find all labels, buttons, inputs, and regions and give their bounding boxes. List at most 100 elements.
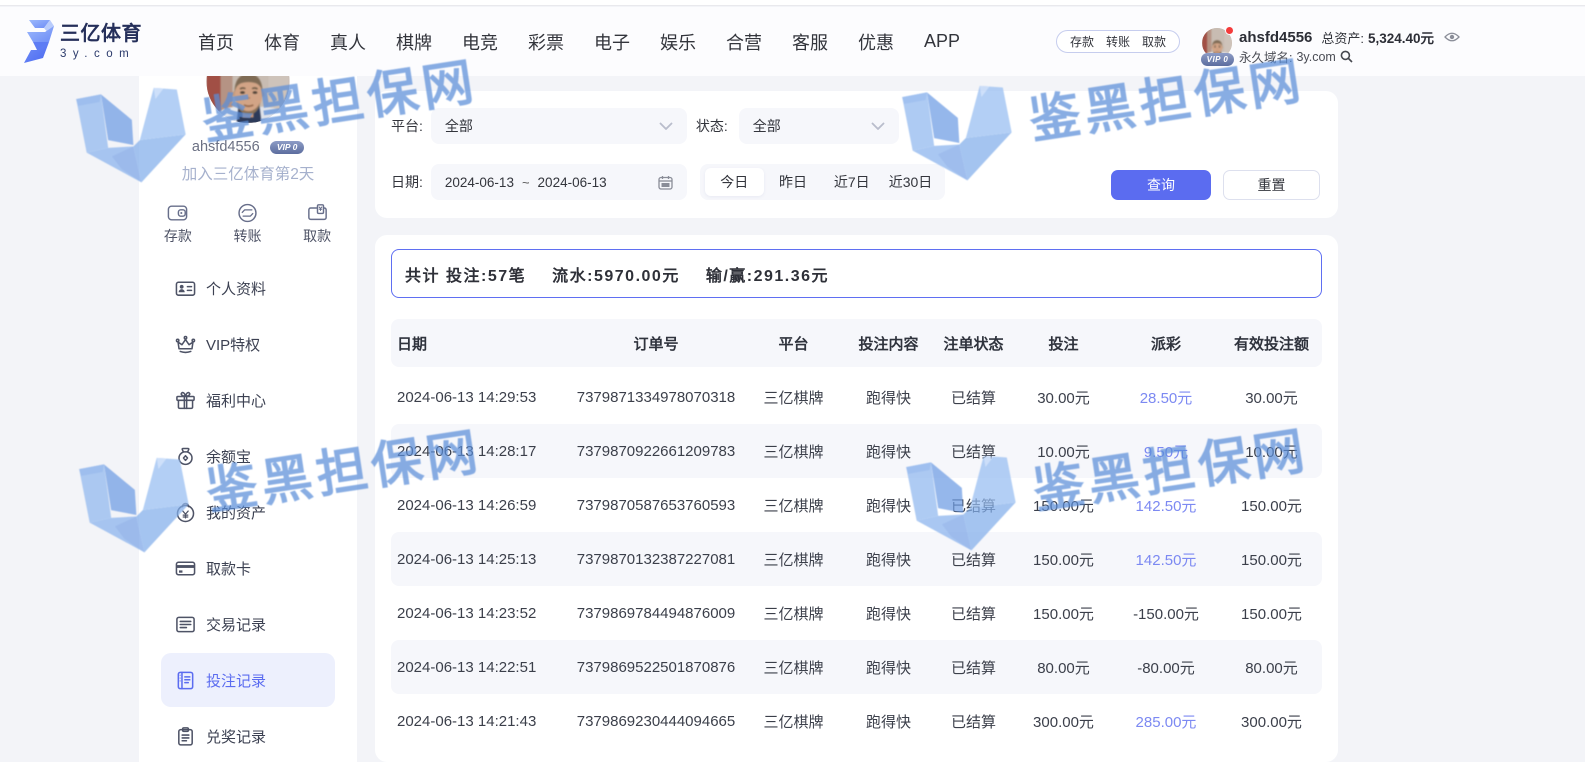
table-row-1: 2024-06-13 14:29:537379871334978070318三亿… (391, 370, 1322, 424)
cell-bet: 150.00元 (1016, 603, 1111, 624)
redeem-record-icon (175, 726, 196, 747)
domain-label: 永久域名: (1239, 47, 1292, 66)
cell-payout: 142.50元 (1111, 549, 1221, 570)
magnifier-icon[interactable] (1340, 50, 1353, 63)
nav-item-2[interactable]: 体育 (264, 29, 300, 55)
sidebar-item-兑奖记录[interactable]: 兑奖记录 (161, 709, 335, 762)
sidebar-item-投注记录[interactable]: 投注记录 (161, 653, 335, 707)
date-label: 日期: (391, 172, 423, 192)
date-range-input[interactable]: 2024-06-13 ~ 2024-06-13 (431, 164, 687, 200)
range-button-近7日[interactable]: 近7日 (822, 168, 881, 196)
summary-bar: 共计 投注:57笔 流水:5970.00元 输/赢:291.36元 (391, 249, 1322, 298)
header-username: ahsfd4556 (1239, 29, 1312, 46)
summary-winloss: 输/赢:291.36元 (706, 262, 829, 286)
cell-order: 7379871334978070318 (571, 389, 741, 406)
sidebar-item-label: 兑奖记录 (206, 726, 266, 747)
header-vip-badge: VIP 0 (1201, 53, 1234, 66)
platform-select[interactable]: 全部 (431, 108, 687, 144)
cell-order: 7379870132387227081 (571, 551, 741, 568)
cell-status: 已结算 (931, 387, 1016, 408)
table-header: 日期订单号平台投注内容注单状态投注派彩有效投注额 (391, 319, 1322, 367)
sidebar-item-VIP特权[interactable]: VIP特权 (161, 317, 335, 371)
wallet-action-2[interactable]: 转账 (1106, 33, 1130, 50)
nav-item-1[interactable]: 首页 (198, 29, 234, 55)
sidebar-username: ahsfd4556 (192, 139, 260, 155)
join-days-text: 加入三亿体育第2天 (139, 162, 357, 184)
status-select[interactable]: 全部 (739, 108, 899, 144)
quick-action-转账[interactable]: 转账 (213, 203, 283, 246)
cell-content: 跑得快 (846, 603, 931, 624)
table-row-7: 2024-06-13 14:21:437379869230444094665三亿… (391, 694, 1322, 748)
cell-platform: 三亿棋牌 (741, 549, 846, 570)
crown-icon (175, 334, 196, 355)
status-label: 状态: (696, 116, 728, 136)
brand-logo-icon (21, 20, 56, 63)
quick-action-取款[interactable]: 取款 (282, 203, 352, 246)
eye-icon[interactable] (1444, 31, 1460, 43)
range-button-今日[interactable]: 今日 (705, 168, 764, 196)
chevron-down-icon (659, 122, 673, 131)
table-row-3: 2024-06-13 14:26:597379870587653760593三亿… (391, 478, 1322, 532)
wallet-action-3[interactable]: 取款 (1142, 33, 1166, 50)
sidebar-item-我的资产[interactable]: 我的资产 (161, 485, 335, 539)
nav-item-10[interactable]: 客服 (792, 29, 828, 55)
cell-date: 2024-06-13 14:22:51 (391, 659, 571, 676)
cell-valid: 300.00元 (1221, 711, 1322, 732)
cell-payout: -80.00元 (1111, 657, 1221, 678)
nav-item-5[interactable]: 电竞 (462, 29, 498, 55)
cell-status: 已结算 (931, 657, 1016, 678)
cell-status: 已结算 (931, 441, 1016, 462)
wallet-actions: 存款转账取款 (1056, 30, 1180, 53)
sidebar-item-取款卡[interactable]: 取款卡 (161, 541, 335, 595)
transfer-icon (236, 203, 259, 223)
filter-card: 平台: 全部 状态: 全部 日期: 2024-06-13 ~ 2024-06-1… (375, 91, 1338, 218)
search-button[interactable]: 查询 (1111, 170, 1211, 200)
sidebar-item-个人资料[interactable]: 个人资料 (161, 261, 335, 315)
transaction-log-icon (175, 614, 196, 635)
summary-bets: 投注:57笔 (446, 262, 526, 286)
nav-item-6[interactable]: 彩票 (528, 29, 564, 55)
nav-item-9[interactable]: 合营 (726, 29, 762, 55)
nav-item-8[interactable]: 娱乐 (660, 29, 696, 55)
cell-valid: 150.00元 (1221, 495, 1322, 516)
range-button-近30日[interactable]: 近30日 (881, 168, 940, 196)
cell-bet: 300.00元 (1016, 711, 1111, 732)
nav-item-4[interactable]: 棋牌 (396, 29, 432, 55)
table-row-2: 2024-06-13 14:28:177379870922661209783三亿… (391, 424, 1322, 478)
range-button-昨日[interactable]: 昨日 (764, 168, 823, 196)
id-card-icon (175, 278, 196, 299)
column-header-平台: 平台 (741, 333, 846, 354)
reset-button[interactable]: 重置 (1223, 170, 1320, 200)
sidebar-item-交易记录[interactable]: 交易记录 (161, 597, 335, 651)
nav-item-3[interactable]: 真人 (330, 29, 366, 55)
sidebar-item-余额宝[interactable]: 余额宝 (161, 429, 335, 483)
cell-order: 7379870587653760593 (571, 497, 741, 514)
sidebar-item-福利中心[interactable]: 福利中心 (161, 373, 335, 427)
cell-content: 跑得快 (846, 387, 931, 408)
cell-date: 2024-06-13 14:21:43 (391, 713, 571, 730)
nav-item-12[interactable]: APP (924, 31, 960, 52)
cell-bet: 150.00元 (1016, 495, 1111, 516)
platform-value: 全部 (445, 116, 473, 136)
assets-icon (175, 502, 196, 523)
cell-valid: 80.00元 (1221, 657, 1322, 678)
wallet-action-1[interactable]: 存款 (1070, 33, 1094, 50)
cell-bet: 30.00元 (1016, 387, 1111, 408)
header-user-info: ahsfd4556 总资产: 5,324.40元 永久域名: 3y.com (1239, 27, 1460, 65)
cell-date: 2024-06-13 14:25:13 (391, 551, 571, 568)
table-body: 2024-06-13 14:29:537379871334978070318三亿… (391, 370, 1322, 748)
sidebar-menu: 个人资料VIP特权福利中心余额宝我的资产取款卡交易记录投注记录兑奖记录 (161, 261, 335, 762)
money-pot-icon (175, 446, 196, 467)
nav-item-11[interactable]: 优惠 (858, 29, 894, 55)
nav-item-7[interactable]: 电子 (594, 29, 630, 55)
cell-content: 跑得快 (846, 711, 931, 732)
gift-icon (175, 390, 196, 411)
brand-logo[interactable]: 三亿体育 3y.com (21, 20, 142, 63)
quick-action-存款[interactable]: 存款 (143, 203, 213, 246)
brand-name: 三亿体育 (60, 24, 142, 45)
quick-action-label: 取款 (303, 226, 331, 246)
date-to: 2024-06-13 (538, 175, 607, 190)
cell-platform: 三亿棋牌 (741, 441, 846, 462)
scrollbar[interactable] (1585, 0, 1594, 762)
header-avatar-wrap[interactable]: VIP 0 (1202, 28, 1233, 68)
